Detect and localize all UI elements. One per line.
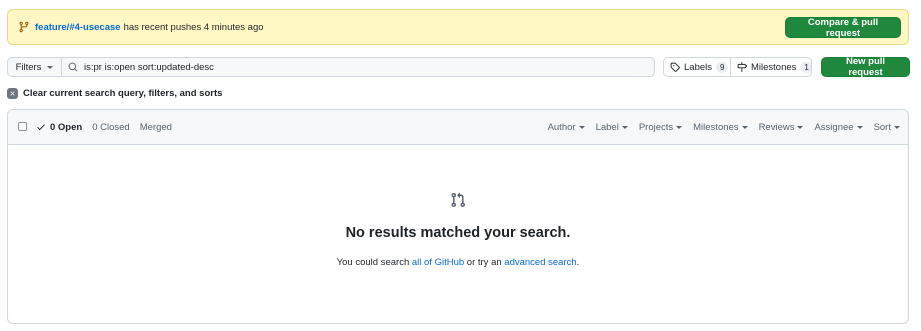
author-filter[interactable]: Author — [548, 122, 585, 133]
projects-filter-label: Projects — [638, 121, 674, 133]
list-filters: Author Label Projects Milestones Reviews… — [548, 110, 900, 144]
select-all-checkbox[interactable] — [18, 122, 27, 131]
empty-state-title: No results matched your search. — [345, 225, 571, 241]
reviews-filter-label: Reviews — [758, 121, 795, 133]
push-message: has recent pushes 4 minutes ago — [123, 21, 264, 33]
state-tabs: 0 Open 0 Closed Merged — [36, 110, 172, 144]
chevron-down-icon — [578, 125, 585, 129]
tag-icon — [670, 62, 680, 72]
assignee-filter-label: Assignee — [814, 121, 854, 133]
empty-text-middle: or try an — [466, 257, 502, 268]
empty-state: No results matched your search. You coul… — [8, 144, 908, 323]
label-filter-label: Label — [595, 121, 619, 133]
chevron-down-icon — [621, 125, 628, 129]
chevron-down-icon — [676, 125, 683, 129]
recent-push-banner: feature/#4-usecase has recent pushes 4 m… — [7, 9, 909, 45]
sort-filter-label: Sort — [873, 121, 891, 133]
git-pull-request-icon — [450, 192, 466, 208]
milestones-filter[interactable]: Milestones — [693, 121, 748, 133]
chevron-down-icon — [894, 125, 900, 129]
search-icon — [68, 62, 78, 72]
labels-label: Labels — [684, 61, 712, 73]
milestones-button[interactable]: Milestones 1 — [731, 58, 811, 76]
assignee-filter[interactable]: Assignee — [814, 121, 863, 133]
check-icon — [36, 122, 46, 132]
tab-open-label: 0 Open — [50, 121, 83, 133]
empty-text-after: . — [576, 257, 580, 268]
clear-filters-link[interactable]: Clear current search query, filters, and… — [7, 88, 222, 99]
filters-label: Filters — [15, 61, 42, 73]
chevron-down-icon — [741, 125, 748, 129]
labels-milestones-group: Labels 9 Milestones 1 — [663, 57, 812, 77]
advanced-search-link[interactable]: advanced search — [504, 257, 576, 268]
empty-state-text: You could search all of GitHub or try an… — [337, 257, 580, 268]
git-branch-icon — [18, 21, 30, 33]
compare-pull-request-button[interactable]: Compare & pull request — [785, 17, 901, 39]
milestones-label: Milestones — [751, 61, 797, 73]
new-pull-request-button[interactable]: New pull request — [821, 56, 910, 78]
chevron-down-icon — [47, 65, 54, 69]
milestones-count: 1 — [800, 61, 811, 73]
milestones-filter-label: Milestones — [693, 121, 739, 133]
all-of-github-link[interactable]: all of GitHub — [412, 257, 464, 268]
label-filter[interactable]: Label — [596, 122, 628, 133]
sort-filter[interactable]: Sort — [874, 122, 900, 133]
author-filter-label: Author — [547, 121, 576, 133]
reviews-filter[interactable]: Reviews — [759, 122, 804, 133]
pull-request-list: 0 Open 0 Closed Merged Author Label Proj… — [7, 109, 909, 324]
tab-closed[interactable]: 0 Closed — [92, 122, 130, 133]
milestone-icon — [737, 62, 747, 72]
tab-merged[interactable]: Merged — [140, 122, 172, 133]
tab-open[interactable]: 0 Open — [36, 122, 82, 133]
list-header: 0 Open 0 Closed Merged Author Label Proj… — [8, 110, 908, 145]
clear-filters-label: Clear current search query, filters, and… — [23, 88, 223, 99]
chevron-down-icon — [797, 125, 804, 129]
projects-filter[interactable]: Projects — [638, 121, 683, 133]
x-icon — [7, 88, 18, 99]
search-box[interactable] — [61, 57, 655, 77]
chevron-down-icon — [856, 125, 863, 129]
filters-dropdown[interactable]: Filters — [7, 57, 62, 77]
labels-button[interactable]: Labels 9 — [664, 58, 731, 76]
search-input[interactable] — [84, 61, 644, 73]
labels-count: 9 — [716, 61, 729, 73]
empty-text-before: You could search — [336, 257, 410, 268]
branch-link[interactable]: feature/#4-usecase — [35, 22, 121, 33]
